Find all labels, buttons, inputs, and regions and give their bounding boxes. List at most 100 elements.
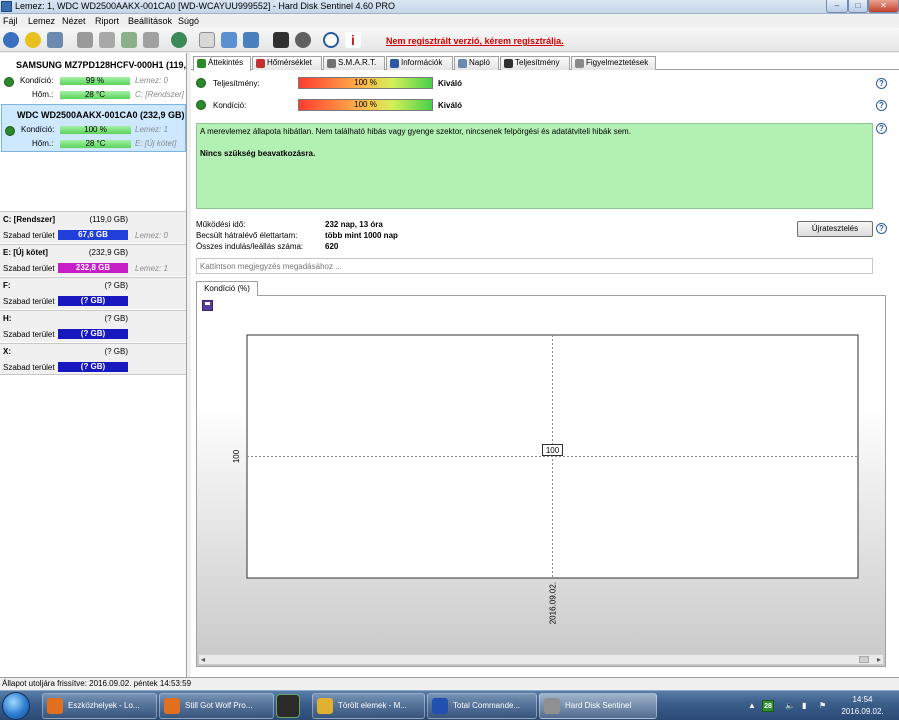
volume-name: X: <box>3 347 11 356</box>
disk-index: Lemez: 1 <box>135 125 168 134</box>
clock-date[interactable]: 2016.09.02. <box>840 707 885 716</box>
menu-view[interactable]: Nézet <box>62 16 86 26</box>
tab-alerts[interactable]: Figyelmeztetések <box>571 56 656 70</box>
menu-settings[interactable]: Beállítások <box>128 16 172 26</box>
data-point: 100 <box>542 444 563 456</box>
health-label: Kondíció: <box>21 125 55 134</box>
tab-overview[interactable]: Áttekintés <box>193 56 251 71</box>
tab-performance[interactable]: Teljesítmény <box>500 56 570 70</box>
globe-icon[interactable] <box>171 32 187 48</box>
monitor-icon[interactable] <box>273 32 289 48</box>
window-title: Lemez: 1, WDC WD2500AAKX-001CA0 [WD-WCAY… <box>15 1 395 11</box>
clock-time[interactable]: 14:54 <box>840 695 885 704</box>
minimize-button[interactable]: – <box>826 0 848 13</box>
check-icon <box>196 100 206 110</box>
flag-icon[interactable]: ⚑ <box>819 701 829 711</box>
tab-log[interactable]: Napló <box>454 56 499 70</box>
volume-item-h[interactable]: H: (? GB) Szabad terület (? GB) <box>0 310 186 342</box>
settings-icon[interactable] <box>295 32 311 48</box>
scroll-thumb[interactable] <box>859 656 869 663</box>
taskbar-label: Still Got Wolf Pro... <box>185 701 253 710</box>
check-icon <box>4 77 14 87</box>
tab-temperature[interactable]: Hőmérséklet <box>252 56 322 70</box>
tool3-icon[interactable] <box>121 32 137 48</box>
disk-item-0[interactable]: SAMSUNG MZ7PD128HCFV-000H1 (119,2 GB) Ko… <box>1 55 186 102</box>
scroll-left-icon[interactable]: ◂ <box>201 655 205 664</box>
volume-item-x[interactable]: X: (? GB) Szabad terület (? GB) <box>0 343 186 375</box>
disk-item-1[interactable]: WDC WD2500AAKX-001CA0 (232,9 GB) Kondíci… <box>1 104 186 152</box>
health-bar: 100 % <box>60 126 131 134</box>
volume-size: (? GB) <box>104 314 128 323</box>
taskbar-button[interactable]: Törölt elemek - M... <box>312 693 425 719</box>
status-bar: Állapot utoljára frissítve: 2016.09.02. … <box>0 677 899 690</box>
performance-label: Teljesítmény: <box>213 79 260 88</box>
maximize-button[interactable]: □ <box>848 0 868 13</box>
taskbar-button[interactable]: Still Got Wolf Pro... <box>159 693 274 719</box>
y-tick-label: 100 <box>232 449 241 463</box>
note-input[interactable] <box>196 258 873 274</box>
volume-name: H: <box>3 314 12 323</box>
volume-item-c[interactable]: C: [Rendszer] (119,0 GB) Szabad terület … <box>0 211 186 243</box>
help-icon[interactable]: ? <box>876 78 887 89</box>
menu-report[interactable]: Riport <box>95 16 119 26</box>
volume-size: (119,0 GB) <box>89 215 128 224</box>
eye-app-icon[interactable] <box>276 694 300 718</box>
tab-smart[interactable]: S.M.A.R.T. <box>323 56 385 70</box>
retest-button[interactable]: Újratesztelés <box>797 221 873 237</box>
document-icon[interactable] <box>199 32 215 48</box>
temp-bar: 28 °C <box>60 140 131 148</box>
free-space-bar: 232,8 GB <box>58 263 128 273</box>
title-bar: Lemez: 1, WDC WD2500AAKX-001CA0 [WD-WCAY… <box>0 0 899 14</box>
help-icon[interactable] <box>323 32 339 48</box>
help-icon[interactable]: ? <box>876 223 887 234</box>
sync-icon[interactable] <box>221 32 237 48</box>
tray-expand-icon[interactable]: ▲ <box>748 701 756 710</box>
warning-icon[interactable] <box>25 32 41 48</box>
register-link[interactable]: Nem regisztrált verzió, kérem regisztrál… <box>386 36 564 46</box>
tab-label: Hőmérséklet <box>267 58 312 67</box>
volume-name: E: [Új kötet] <box>3 248 48 257</box>
mail-icon <box>317 698 333 714</box>
help-icon[interactable]: ? <box>876 123 887 134</box>
send-icon[interactable] <box>243 32 259 48</box>
start-button[interactable] <box>2 692 30 720</box>
scroll-right-icon[interactable]: ▸ <box>877 655 881 664</box>
menu-disk[interactable]: Lemez <box>28 16 55 26</box>
uptime-label: Működési idő: <box>196 220 246 229</box>
temp-bar: 28 °C <box>60 91 130 99</box>
health-label: Kondíció: <box>213 101 247 110</box>
volume-ref: E: [Új kötet] <box>135 139 177 148</box>
tool4-icon[interactable] <box>143 32 159 48</box>
tool2-icon[interactable] <box>99 32 115 48</box>
taskbar-button[interactable]: Total Commande... <box>427 693 537 719</box>
volume-item-e[interactable]: E: [Új kötet] (232,9 GB) Szabad terület … <box>0 244 186 276</box>
volume-name: F: <box>3 281 11 290</box>
taskbar-button[interactable]: Hard Disk Sentinel <box>539 693 657 719</box>
advice-message: Nincs szükség beavatkozásra. <box>200 149 316 158</box>
tab-label: Áttekintés <box>208 58 244 67</box>
refresh-icon[interactable] <box>3 32 19 48</box>
free-space-label: Szabad terület <box>3 363 55 372</box>
help-icon[interactable]: ? <box>876 100 887 111</box>
disk-ref: Lemez: 0 <box>135 231 168 240</box>
menu-file[interactable]: Fájl <box>3 16 18 26</box>
health-bar: 100 % <box>298 99 433 111</box>
tab-information[interactable]: Információk <box>386 56 453 70</box>
system-tray: ▲ 28 🔈 ▮ ⚑ 14:54 2016.09.02. <box>740 693 898 719</box>
close-button[interactable]: ✕ <box>868 0 899 13</box>
menu-help[interactable]: Súgó <box>178 16 199 26</box>
tab-health-chart[interactable]: Kondíció (%) <box>196 281 258 296</box>
horizontal-scrollbar[interactable]: ◂ ▸ <box>199 654 883 664</box>
volume-icon[interactable]: 🔈 <box>785 701 795 711</box>
network-icon[interactable]: ▮ <box>802 701 812 711</box>
smart-icon <box>327 59 336 68</box>
volume-item-f[interactable]: F: (? GB) Szabad terület (? GB) <box>0 277 186 309</box>
check-icon <box>5 126 15 136</box>
info-icon[interactable]: i <box>345 32 361 48</box>
tray-temperature[interactable]: 28 <box>762 700 774 712</box>
disk-icon[interactable] <box>47 32 63 48</box>
tool-icon[interactable] <box>77 32 93 48</box>
taskbar-label: Eszközhelyek - Lo... <box>68 701 140 710</box>
taskbar-button[interactable]: Eszközhelyek - Lo... <box>42 693 157 719</box>
volume-size: (? GB) <box>104 347 128 356</box>
